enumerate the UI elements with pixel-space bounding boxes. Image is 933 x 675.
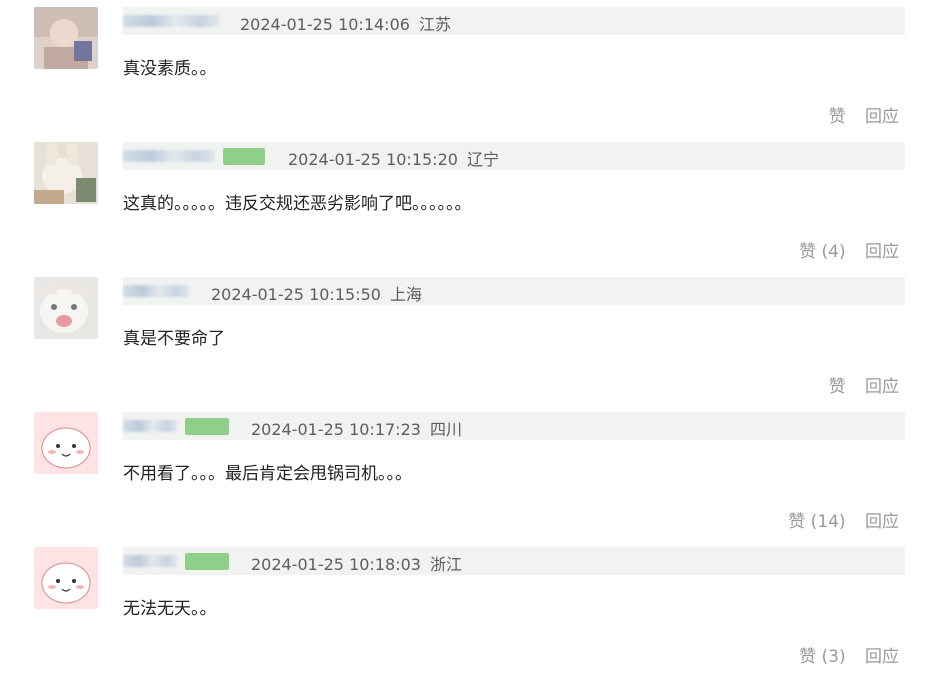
like-button[interactable]: 赞 [829, 107, 846, 127]
comment-text: 这真的。。。。。违反交规还恶劣影响了吧。。。。。。 [123, 194, 472, 214]
reply-button[interactable]: 回应 [865, 512, 899, 532]
comment-meta: 2024-01-25 10:14:06 江苏 [240, 11, 451, 35]
avatar[interactable] [34, 547, 98, 609]
comment-location: 四川 [430, 420, 463, 439]
comment-header: 2024-01-25 10:15:20 辽宁 [123, 142, 905, 170]
comment-item: 2024-01-25 10:17:23 四川 不用看了。。。最后肯定会甩锅司机。… [0, 405, 933, 540]
comment-item: 2024-01-25 10:15:20 辽宁 这真的。。。。。违反交规还恶劣影响… [0, 135, 933, 270]
comment-meta: 2024-01-25 10:15:20 辽宁 [288, 146, 499, 170]
comment-actions: 赞 (4) 回应 [799, 237, 899, 262]
like-button[interactable]: 赞 (4) [799, 242, 845, 262]
comment-item: 2024-01-25 10:15:50 上海 真是不要命了 赞 回应 [0, 270, 933, 405]
username-blurred[interactable] [123, 150, 215, 162]
username-blurred[interactable] [123, 555, 177, 567]
comment-actions: 赞 (3) 回应 [799, 642, 899, 667]
comment-time: 2024-01-25 10:14:06 [240, 15, 410, 34]
comment-time: 2024-01-25 10:17:23 [251, 420, 421, 439]
user-badge [185, 418, 229, 435]
comment-header: 2024-01-25 10:14:06 江苏 [123, 7, 905, 35]
username-blurred[interactable] [123, 15, 219, 27]
user-badge [223, 148, 265, 165]
comment-time: 2024-01-25 10:15:50 [211, 285, 381, 304]
like-button[interactable]: 赞 (14) [788, 512, 845, 532]
like-button[interactable]: 赞 (3) [799, 647, 845, 667]
username-blurred[interactable] [123, 420, 177, 432]
reply-button[interactable]: 回应 [865, 647, 899, 667]
username-blurred[interactable] [123, 285, 189, 297]
user-badge [185, 553, 229, 570]
reply-button[interactable]: 回应 [865, 377, 899, 397]
comment-meta: 2024-01-25 10:18:03 浙江 [251, 551, 462, 575]
comment-time: 2024-01-25 10:18:03 [251, 555, 421, 574]
comment-location: 上海 [390, 285, 423, 304]
comment-header: 2024-01-25 10:17:23 四川 [123, 412, 905, 440]
avatar[interactable] [34, 412, 98, 474]
comment-item: 2024-01-25 10:14:06 江苏 真没素质。。 赞 回应 [0, 0, 933, 135]
comment-header: 2024-01-25 10:18:03 浙江 [123, 547, 905, 575]
reply-button[interactable]: 回应 [865, 242, 899, 262]
comment-actions: 赞 回应 [829, 102, 899, 127]
avatar[interactable] [34, 277, 98, 339]
comment-location: 江苏 [419, 15, 452, 34]
comment-header: 2024-01-25 10:15:50 上海 [123, 277, 905, 305]
avatar[interactable] [34, 142, 98, 204]
like-button[interactable]: 赞 [829, 377, 846, 397]
reply-button[interactable]: 回应 [865, 107, 899, 127]
comment-text: 无法无天。。 [123, 599, 217, 619]
avatar[interactable] [34, 7, 98, 69]
comment-location: 辽宁 [467, 150, 500, 169]
comment-text: 真是不要命了 [123, 329, 225, 349]
comment-text: 不用看了。。。最后肯定会甩锅司机。。。 [123, 464, 412, 484]
comment-meta: 2024-01-25 10:15:50 上海 [211, 281, 422, 305]
comment-item: 2024-01-25 10:18:03 浙江 无法无天。。 赞 (3) 回应 [0, 540, 933, 675]
comment-text: 真没素质。。 [123, 59, 217, 79]
comment-actions: 赞 回应 [829, 372, 899, 397]
comment-actions: 赞 (14) 回应 [788, 507, 899, 532]
comment-meta: 2024-01-25 10:17:23 四川 [251, 416, 462, 440]
comment-time: 2024-01-25 10:15:20 [288, 150, 458, 169]
comment-location: 浙江 [430, 555, 463, 574]
